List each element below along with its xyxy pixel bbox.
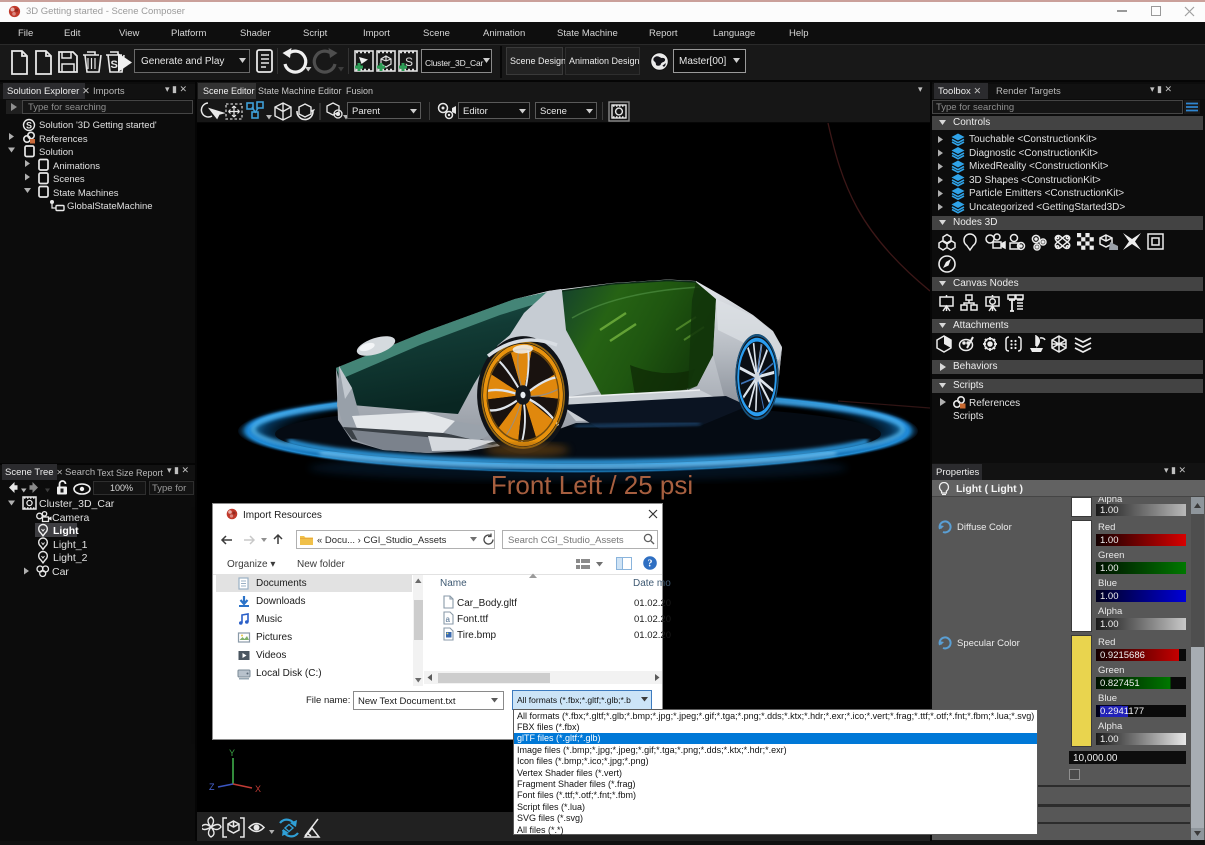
svg-text:?: ? [648,559,653,570]
svg-text:a: a [446,615,451,624]
svg-text:S: S [26,121,32,131]
svg-text:Front Left / 25 psi: Front Left / 25 psi [491,470,693,500]
svg-text:S: S [111,59,118,71]
svg-text:Z: Z [209,782,215,792]
svg-text:Y: Y [229,748,235,758]
svg-text:X: X [255,784,261,794]
